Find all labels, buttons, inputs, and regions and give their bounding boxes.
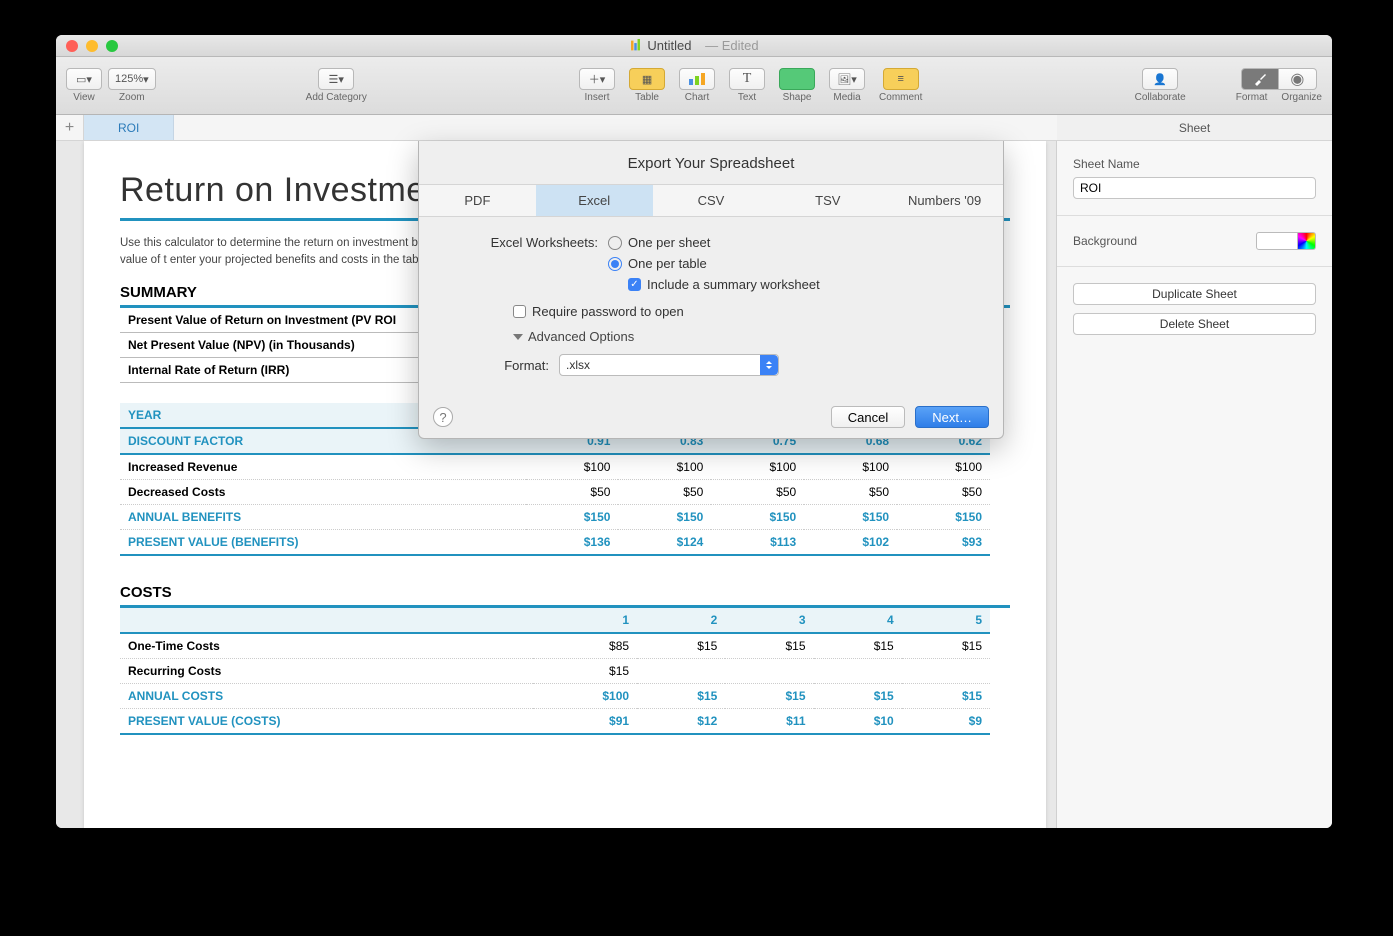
- collaborate-button[interactable]: 👤: [1142, 68, 1178, 90]
- background-label: Background: [1073, 234, 1137, 248]
- export-format-tabs: PDF Excel CSV TSV Numbers '09: [419, 184, 1003, 217]
- add-sheet-button[interactable]: +: [56, 115, 84, 140]
- costs-table[interactable]: 12345 One-Time Costs$85$15$15$15$15 Recu…: [120, 608, 990, 735]
- view-button[interactable]: ▭▾: [66, 68, 102, 90]
- select-arrows-icon: [760, 355, 778, 375]
- format-button[interactable]: [1241, 68, 1279, 90]
- shape-button[interactable]: [779, 68, 815, 90]
- organize-button[interactable]: ◉: [1279, 68, 1317, 90]
- tab-csv[interactable]: CSV: [653, 185, 770, 216]
- media-icon: 🖼▾: [837, 73, 857, 86]
- inspector-header: Sheet: [1057, 115, 1332, 141]
- zoom-dropdown[interactable]: 125% ▾: [108, 68, 156, 90]
- insert-button[interactable]: ＋▾: [579, 68, 615, 90]
- checkbox-include-summary[interactable]: ✓: [628, 278, 641, 291]
- text-button[interactable]: T: [729, 68, 765, 90]
- worksheets-label: Excel Worksheets:: [453, 235, 608, 250]
- radio-one-per-table[interactable]: [608, 257, 622, 271]
- table-button[interactable]: ▦: [629, 68, 665, 90]
- chart-icon: [688, 73, 706, 85]
- export-dialog: Export Your Spreadsheet PDF Excel CSV TS…: [418, 141, 1004, 439]
- sheet-name-input[interactable]: [1073, 177, 1316, 199]
- advanced-options-disclosure[interactable]: Advanced Options: [513, 329, 969, 344]
- window-title: Untitled — Edited: [629, 38, 758, 53]
- tab-tsv[interactable]: TSV: [769, 185, 886, 216]
- background-color-swatch[interactable]: [1256, 232, 1298, 250]
- list-icon: ☰▾: [329, 73, 344, 86]
- fullscreen-window-button[interactable]: [106, 40, 118, 52]
- chart-button[interactable]: [679, 68, 715, 90]
- tab-excel[interactable]: Excel: [536, 185, 653, 216]
- costs-heading: COSTS: [120, 584, 1010, 608]
- comment-icon: ≡: [897, 73, 903, 85]
- radio-one-per-sheet[interactable]: [608, 236, 622, 250]
- table-icon: ▦: [642, 73, 652, 86]
- comment-button[interactable]: ≡: [883, 68, 919, 90]
- media-button[interactable]: 🖼▾: [829, 68, 865, 90]
- plus-icon: ＋▾: [589, 71, 606, 87]
- format-label: Format:: [499, 358, 559, 373]
- help-button[interactable]: ?: [433, 407, 453, 427]
- add-category-button[interactable]: ☰▾: [318, 68, 354, 90]
- checkbox-require-password[interactable]: [513, 305, 526, 318]
- sheet-name-label: Sheet Name: [1073, 157, 1316, 171]
- sheet-tab-roi[interactable]: ROI: [84, 115, 174, 140]
- organize-icon: ◉: [1290, 69, 1304, 89]
- delete-sheet-button[interactable]: Delete Sheet: [1073, 313, 1316, 335]
- tab-pdf[interactable]: PDF: [419, 185, 536, 216]
- tab-numbers09[interactable]: Numbers '09: [886, 185, 1003, 216]
- titlebar: Untitled — Edited: [56, 35, 1332, 57]
- disclosure-triangle-icon: [513, 334, 523, 340]
- cancel-button[interactable]: Cancel: [831, 406, 905, 428]
- format-organize-segment: ◉: [1241, 68, 1317, 90]
- format-select[interactable]: .xlsx: [559, 354, 779, 376]
- view-icon: ▭▾: [76, 73, 92, 86]
- color-picker-button[interactable]: [1298, 232, 1316, 250]
- export-title: Export Your Spreadsheet: [419, 141, 1003, 184]
- next-button[interactable]: Next…: [915, 406, 989, 428]
- minimize-window-button[interactable]: [86, 40, 98, 52]
- toolbar: ▭▾ View 125% ▾ Zoom ☰▾ Add Category ＋▾In…: [56, 57, 1332, 115]
- text-icon: T: [743, 71, 752, 87]
- app-window: Untitled — Edited ▭▾ View 125% ▾ Zoom ☰▾…: [56, 35, 1332, 828]
- document-icon: [629, 39, 642, 52]
- duplicate-sheet-button[interactable]: Duplicate Sheet: [1073, 283, 1316, 305]
- collaborate-icon: 👤: [1153, 73, 1167, 86]
- inspector-panel: Sheet Sheet Name Background Duplicate Sh…: [1056, 141, 1332, 828]
- brush-icon: [1253, 72, 1267, 86]
- close-window-button[interactable]: [66, 40, 78, 52]
- shape-icon: [792, 73, 801, 85]
